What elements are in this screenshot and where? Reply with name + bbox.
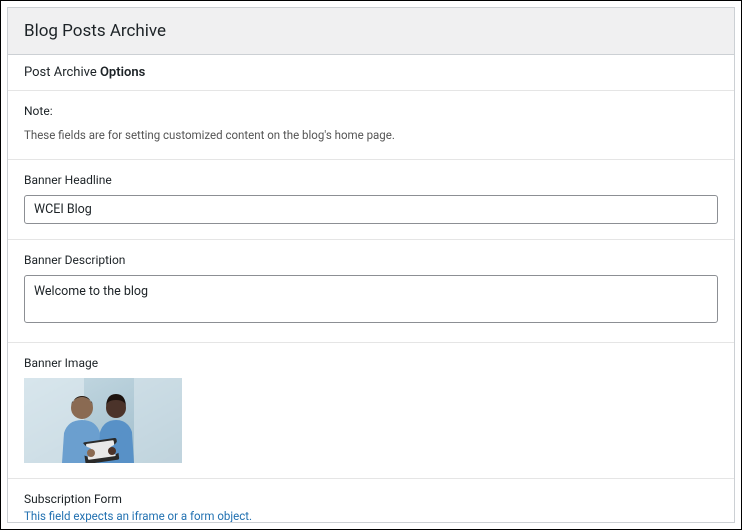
section-title-prefix: Post Archive <box>24 65 100 80</box>
banner-headline-panel: Banner Headline <box>8 160 734 240</box>
panel-header: Blog Posts Archive <box>8 8 734 55</box>
page-title: Blog Posts Archive <box>24 21 718 41</box>
banner-image-label: Banner Image <box>24 356 718 370</box>
section-title-bold: Options <box>100 65 145 80</box>
banner-image-panel: Banner Image <box>8 343 734 479</box>
section-title: Post Archive Options <box>8 55 734 91</box>
banner-description-input[interactable] <box>24 275 718 323</box>
note-panel: Note: These fields are for setting custo… <box>8 91 734 160</box>
banner-headline-input[interactable] <box>24 195 718 224</box>
note-label: Note: <box>24 104 718 118</box>
subscription-form-label: Subscription Form <box>24 492 718 506</box>
banner-image-preview[interactable] <box>24 378 182 463</box>
subscription-form-helper: This field expects an iframe or a form o… <box>24 509 718 523</box>
banner-description-label: Banner Description <box>24 253 718 267</box>
banner-description-panel: Banner Description <box>8 240 734 343</box>
banner-headline-label: Banner Headline <box>24 173 718 187</box>
subscription-form-panel: Subscription Form This field expects an … <box>8 479 734 523</box>
note-text: These fields are for setting customized … <box>24 126 718 144</box>
